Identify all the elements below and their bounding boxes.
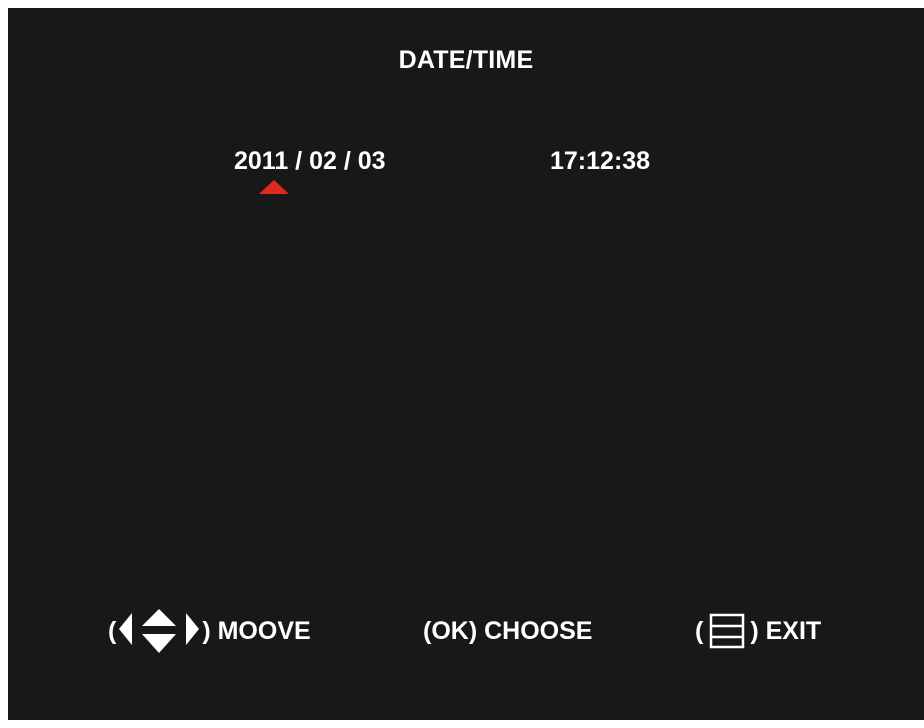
arrow-keys-icon xyxy=(119,609,200,653)
move-label-text: MOOVE xyxy=(217,616,311,645)
exit-hint-label: EXIT xyxy=(759,617,822,646)
time-field[interactable]: 17:12:38 xyxy=(550,147,650,176)
exit-hint-open-paren: ( xyxy=(695,616,704,645)
osd-screen: DATE/TIME 2011 / 02 / 03 17:12:38 ( ) MO… xyxy=(8,8,924,720)
move-hint-open-paren: ( xyxy=(108,616,117,645)
move-hint-label: MOOVE xyxy=(211,617,311,646)
choose-hint-label: (OK) CHOOSE xyxy=(423,616,593,645)
exit-hint: ( ) EXIT xyxy=(695,613,822,649)
selection-cursor-icon xyxy=(259,180,289,194)
exit-label-text: EXIT xyxy=(765,616,822,645)
page-title: DATE/TIME xyxy=(398,46,534,74)
choose-hint: (OK) CHOOSE xyxy=(423,615,592,647)
move-hint-close-paren: ) xyxy=(202,616,211,645)
menu-icon xyxy=(710,613,745,649)
exit-hint-close-paren: ) xyxy=(750,616,759,645)
date-field[interactable]: 2011 / 02 / 03 xyxy=(234,147,386,176)
move-hint: ( ) MOOVE xyxy=(108,609,311,653)
